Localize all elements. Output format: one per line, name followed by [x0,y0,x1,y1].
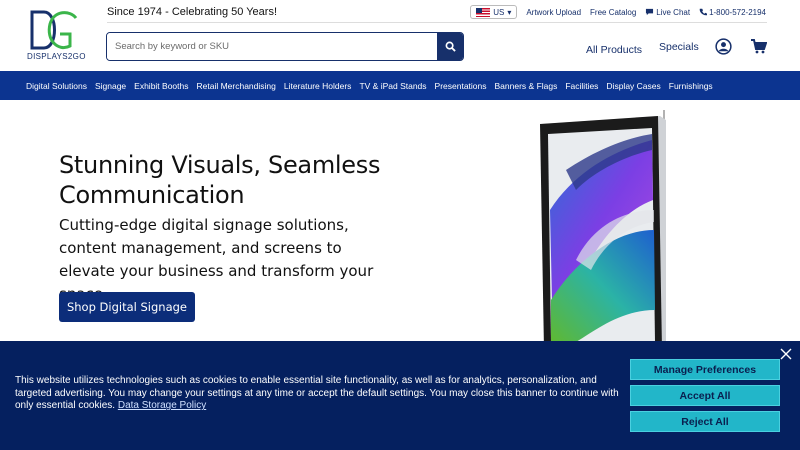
country-label: US [493,7,505,17]
user-account-icon [714,37,732,55]
tagline: Since 1974 - Celebrating 50 Years! [107,6,278,18]
nav-display-cases[interactable]: Display Cases [606,81,660,91]
accept-all-button[interactable]: Accept All [630,385,780,406]
digital-signage-display-image [540,110,666,350]
shop-digital-signage-button[interactable]: Shop Digital Signage [59,292,195,322]
nav-banners-flags[interactable]: Banners & Flags [495,81,558,91]
all-products-link[interactable]: All Products [586,44,642,56]
nav-tv-ipad-stands[interactable]: TV & iPad Stands [359,81,426,91]
caret-down-icon: ▾ [507,7,512,17]
search-button[interactable] [437,33,463,60]
utility-links: US ▾ Artwork Upload Free Catalog Live Ch… [470,5,766,19]
country-select[interactable]: US ▾ [470,5,518,19]
nav-signage[interactable]: Signage [95,81,126,91]
account-button[interactable] [714,37,732,55]
search-input[interactable] [107,33,437,60]
nav-digital-solutions[interactable]: Digital Solutions [26,81,87,91]
cookie-consent-banner: This website utilizes technologies such … [0,341,800,450]
nav-furnishings[interactable]: Furnishings [669,81,713,91]
cart-button[interactable] [750,37,768,55]
nav-literature-holders[interactable]: Literature Holders [284,81,352,91]
search-bar [106,32,464,61]
category-nav: Digital Solutions Signage Exhibit Booths… [0,71,800,100]
live-chat-label: Live Chat [656,7,691,17]
nav-facilities[interactable]: Facilities [565,81,598,91]
artwork-upload-link[interactable]: Artwork Upload [526,8,581,17]
logo-text: DISPLAYS2GO [27,52,86,61]
nav-retail-merchandising[interactable]: Retail Merchandising [197,81,276,91]
nav-exhibit-booths[interactable]: Exhibit Booths [134,81,188,91]
reject-all-button[interactable]: Reject All [630,411,780,432]
phone-icon [699,8,708,16]
phone-number: 1-800-572-2194 [709,7,766,17]
nav-presentations[interactable]: Presentations [435,81,487,91]
specials-link[interactable]: Specials [659,41,699,53]
live-chat-link[interactable]: Live Chat [645,8,690,17]
data-storage-policy-link[interactable]: Data Storage Policy [118,400,206,411]
free-catalog-link[interactable]: Free Catalog [590,8,636,17]
site-header: DISPLAYS2GO Since 1974 - Celebrating 50 … [0,0,800,71]
search-icon [445,41,456,52]
phone-link[interactable]: 1-800-572-2194 [699,8,766,17]
close-icon[interactable] [780,348,792,360]
cookie-message: This website utilizes technologies such … [15,375,619,412]
shopping-cart-icon [751,38,767,53]
hero-title: Stunning Visuals, Seamless Communication [59,151,381,209]
chat-bubble-icon [646,8,654,16]
manage-preferences-button[interactable]: Manage Preferences [630,359,780,380]
cookie-notice-text: This website utilizes technologies such … [15,375,620,413]
us-flag-icon [476,7,491,17]
header-divider [107,22,767,23]
